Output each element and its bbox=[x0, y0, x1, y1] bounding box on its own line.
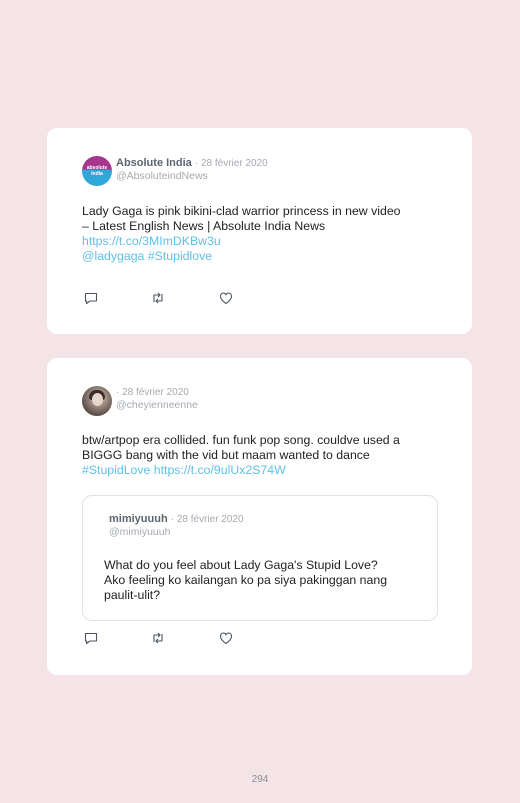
quoted-tweet[interactable]: mimiyuuuh · 28 février 2020 @mimiyuuuh W… bbox=[82, 495, 438, 621]
author-name[interactable]: Absolute India bbox=[116, 157, 192, 169]
avatar[interactable] bbox=[82, 386, 112, 416]
avatar[interactable]: absolute india bbox=[82, 156, 112, 186]
quoted-tweet-date: · 28 février 2020 bbox=[170, 514, 244, 525]
tweet-card-2: · 28 février 2020 @cheyienneenne btw/art… bbox=[47, 358, 472, 675]
avatar-logo-text: absolute india bbox=[86, 165, 108, 177]
tweet-card-1: absolute india Absolute India · 28 févri… bbox=[47, 128, 472, 334]
reply-icon[interactable] bbox=[83, 290, 99, 306]
tweet-text-line: – Latest English News | Absolute India N… bbox=[82, 219, 326, 233]
avatar-face bbox=[92, 393, 103, 406]
quoted-tweet-header: mimiyuuuh · 28 février 2020 @mimiyuuuh bbox=[109, 513, 244, 539]
tweet-header: · 28 février 2020 @cheyienneenne bbox=[116, 386, 198, 412]
quoted-author-handle: @mimiyuuuh bbox=[109, 526, 171, 538]
retweet-icon[interactable] bbox=[150, 290, 166, 306]
tweet-date[interactable]: · 28 février 2020 bbox=[116, 387, 189, 398]
heart-icon[interactable] bbox=[218, 290, 234, 306]
author-handle[interactable]: @AbsoluteindNews bbox=[116, 170, 208, 182]
tweet-text-line: btw/artpop era collided. fun funk pop so… bbox=[82, 433, 400, 447]
tweet-text: btw/artpop era collided. fun funk pop so… bbox=[82, 433, 437, 478]
quoted-text-line: paulit-ulit? bbox=[104, 588, 161, 602]
author-handle[interactable]: @cheyienneenne bbox=[116, 399, 198, 411]
tweet-text-line: Lady Gaga is pink bikini-clad warrior pr… bbox=[82, 204, 401, 218]
heart-icon[interactable] bbox=[218, 630, 234, 646]
quoted-text-line: What do you feel about Lady Gaga's Stupi… bbox=[104, 558, 378, 572]
tweet-link[interactable]: https://t.co/3MImDKBw3u bbox=[82, 234, 437, 249]
quoted-author-name[interactable]: mimiyuuuh bbox=[109, 513, 168, 525]
tweet-actions bbox=[82, 630, 242, 646]
quoted-tweet-text: What do you feel about Lady Gaga's Stupi… bbox=[104, 558, 424, 603]
tweet-date[interactable]: · 28 février 2020 bbox=[195, 158, 268, 169]
reply-icon[interactable] bbox=[83, 630, 99, 646]
page-number: 294 bbox=[251, 774, 269, 785]
tweet-tags-link[interactable]: #StupidLove https://t.co/9ulUx2S74W bbox=[82, 463, 437, 478]
retweet-icon[interactable] bbox=[150, 630, 166, 646]
tweet-tags[interactable]: @ladygaga #Stupidlove bbox=[82, 249, 437, 264]
tweet-header: Absolute India · 28 février 2020 @Absolu… bbox=[116, 157, 268, 183]
tweet-text-line: BIGGG bang with the vid but maam wanted … bbox=[82, 448, 370, 462]
quoted-text-line: Ako feeling ko kailangan ko pa siya paki… bbox=[104, 573, 388, 587]
tweet-text: Lady Gaga is pink bikini-clad warrior pr… bbox=[82, 204, 437, 264]
tweet-actions bbox=[82, 290, 242, 306]
